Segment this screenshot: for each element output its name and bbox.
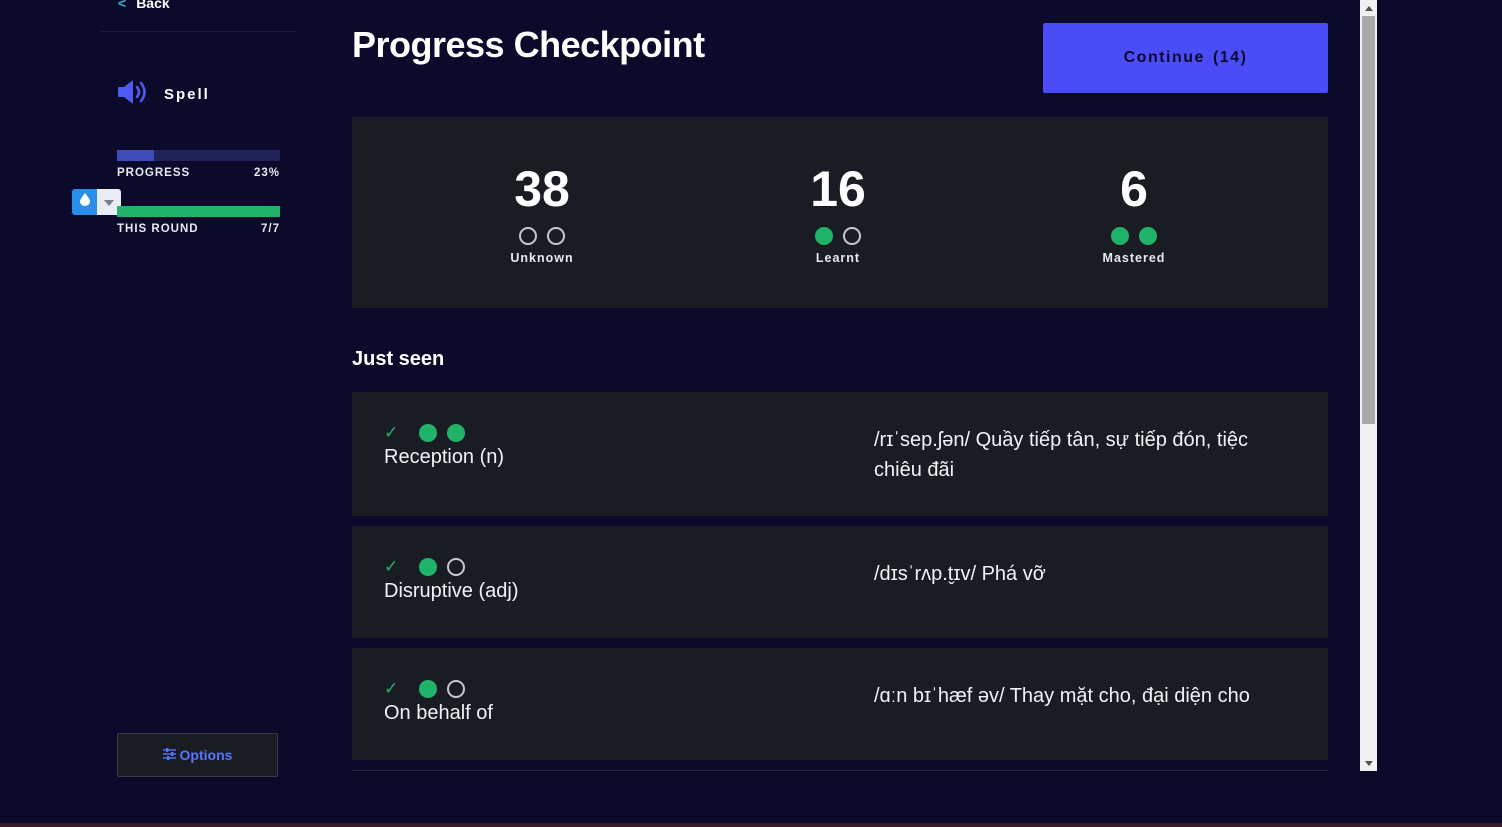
chevron-left-icon: <: [118, 0, 127, 11]
scrollbar-thumb[interactable]: [1362, 16, 1375, 424]
word-card[interactable]: ✓ Disruptive (adj) /dɪsˈrʌp.t̬ɪv/ Phá vỡ: [352, 526, 1328, 638]
status-dot-icon: [447, 424, 465, 442]
check-icon: ✓: [384, 679, 399, 698]
scroll-down-arrow-icon[interactable]: [1360, 755, 1377, 771]
status-dot-icon: [547, 227, 565, 245]
word-definition: /dɪsˈrʌp.t̬ɪv/ Phá vỡ: [874, 563, 1046, 585]
status-dot-icon: [419, 424, 437, 442]
status-dot-icon: [815, 227, 833, 245]
round-bar: [117, 206, 280, 217]
status-dot-icon: [519, 227, 537, 245]
options-button[interactable]: Options: [117, 733, 278, 777]
list-divider: [352, 770, 1328, 771]
stat-label: Learnt: [815, 251, 861, 265]
round-bar-fill: [117, 206, 280, 217]
status-dot-icon: [447, 680, 465, 698]
speaker-icon: [118, 79, 150, 110]
stat-mastered: 6 Mastered: [1034, 161, 1234, 265]
continue-count: (14): [1212, 49, 1248, 66]
stat-label: Unknown: [510, 251, 574, 265]
status-dot-icon: [843, 227, 861, 245]
stat-number: 38: [514, 161, 570, 217]
drop-widget: [72, 189, 121, 215]
just-seen-title: Just seen: [352, 348, 445, 370]
word-term: On behalf of: [384, 702, 493, 724]
stat-number: 6: [1120, 161, 1148, 217]
progress-row: PROGRESS 23%: [117, 167, 280, 179]
word-definition: /rɪˈsep.ʃən/ Quầy tiếp tân, sự tiếp đón,…: [874, 429, 1249, 481]
scrollbar[interactable]: [1360, 0, 1377, 771]
sliders-icon: [162, 747, 176, 763]
word-card[interactable]: ✓ On behalf of /ɑːn bɪˈhæf əv/ Thay mặt …: [352, 648, 1328, 760]
round-value: 7/7: [261, 223, 280, 235]
stat-label: Mastered: [1102, 251, 1166, 265]
round-row: THIS ROUND 7/7: [117, 223, 280, 235]
mode-indicator: Spell: [118, 79, 210, 110]
app-root: < Back Spell PROGRESS 23% THIS ROUND 7/7…: [0, 0, 1502, 827]
page-title: Progress Checkpoint: [352, 24, 705, 65]
stat-dots: [519, 227, 565, 245]
back-link[interactable]: < Back: [118, 0, 170, 11]
caret-down-icon: [104, 193, 114, 211]
stat-number: 16: [810, 161, 866, 217]
word-definition: /ɑːn bɪˈhæf əv/ Thay mặt cho, đại diện c…: [874, 685, 1250, 707]
status-dot-icon: [419, 680, 437, 698]
stat-dots: [815, 227, 861, 245]
options-label: Options: [179, 747, 233, 763]
word-card[interactable]: ✓ Reception (n) /rɪˈsep.ʃən/ Quầy tiếp t…: [352, 392, 1328, 516]
stat-learnt: 16 Learnt: [738, 161, 938, 265]
progress-bar-fill: [117, 150, 155, 161]
water-drop-icon: [79, 193, 90, 211]
back-label: Back: [136, 0, 170, 11]
word-term: Disruptive (adj): [384, 580, 519, 602]
continue-label: Continue: [1123, 49, 1205, 66]
word-term: Reception (n): [384, 446, 505, 468]
mode-label: Spell: [164, 86, 210, 103]
check-icon: ✓: [384, 557, 399, 576]
progress-bar: [117, 150, 280, 161]
scroll-up-arrow-icon[interactable]: [1360, 0, 1377, 16]
stats-panel: 38 Unknown 16 Learnt 6 Mastered: [352, 117, 1328, 308]
check-icon: ✓: [384, 423, 399, 442]
status-dot-icon: [447, 558, 465, 576]
sidebar-divider: [101, 31, 296, 32]
round-label: THIS ROUND: [117, 223, 199, 235]
progress-label: PROGRESS: [117, 167, 191, 179]
stat-unknown: 38 Unknown: [442, 161, 642, 265]
word-dots: [419, 680, 465, 698]
progress-value: 23%: [253, 167, 280, 179]
continue-button[interactable]: Continue (14): [1043, 23, 1328, 93]
status-dot-icon: [1139, 227, 1157, 245]
word-dots: [419, 424, 465, 442]
word-dots: [419, 558, 465, 576]
window-bottom-edge: [0, 823, 1502, 827]
water-drop-button[interactable]: [72, 189, 97, 215]
status-dot-icon: [1111, 227, 1129, 245]
status-dot-icon: [419, 558, 437, 576]
stat-dots: [1111, 227, 1157, 245]
